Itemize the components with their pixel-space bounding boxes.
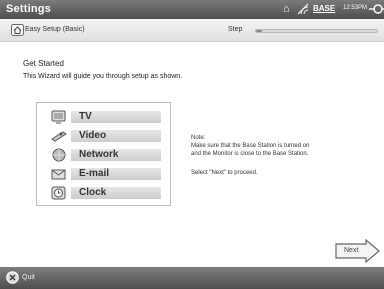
email-icon: [51, 169, 66, 180]
step-item-network: Network: [51, 147, 161, 163]
main-content: Get Started This Wizard will guide you t…: [0, 42, 384, 267]
breadcrumb: Easy Setup (Basic): [25, 26, 85, 33]
step-label-email: E-mail: [79, 168, 110, 179]
step-label-tv: TV: [79, 111, 92, 122]
step-progress-bar: [255, 29, 378, 33]
clock-display: 12:53PM: [343, 5, 368, 11]
note-line-1: Make sure that the Base Station is turne…: [191, 143, 310, 149]
tv-icon: [51, 110, 66, 124]
quit-button[interactable]: Quit: [22, 274, 35, 281]
note-box: Note: Make sure that the Base Station is…: [191, 134, 371, 158]
page-heading: Get Started: [23, 59, 64, 68]
note-line-2: and the Monitor is close to the Base Sta…: [191, 151, 309, 157]
next-button-label: Next: [344, 247, 359, 254]
step-progress-fill: [256, 30, 263, 32]
video-icon: [51, 131, 67, 142]
next-button[interactable]: Next: [334, 239, 381, 263]
network-icon: [52, 148, 66, 162]
app-title: Settings: [6, 3, 51, 15]
step-item-video: Video: [51, 128, 161, 144]
step-item-clock: Clock: [51, 185, 161, 201]
close-icon[interactable]: [6, 271, 19, 284]
step-item-email: E-mail: [51, 166, 161, 182]
proceed-text: Select "Next" to proceed.: [191, 170, 258, 176]
home-status-icon: ⌂: [283, 3, 290, 15]
step-label: Step: [228, 26, 243, 33]
home-icon[interactable]: [11, 24, 24, 36]
step-label-network: Network: [79, 149, 119, 160]
intro-text: This Wizard will guide you through setup…: [23, 73, 183, 80]
step-label-clock: Clock: [79, 187, 107, 198]
bottom-bar: Quit: [0, 267, 384, 289]
base-station-label: BASE: [313, 4, 336, 13]
signal-icon: [297, 3, 309, 15]
step-label-video: Video: [79, 130, 107, 141]
title-bar: Settings ⌂ BASE 12:53PM: [0, 0, 384, 19]
setup-steps-panel: TV Video Network E-mail Clock: [36, 102, 171, 206]
note-title: Note:: [191, 135, 206, 141]
step-item-tv: TV: [51, 109, 161, 125]
clock-icon: [51, 186, 66, 200]
power-plug-icon: [369, 4, 384, 14]
header-bar: Easy Setup (Basic) Step: [0, 19, 384, 42]
